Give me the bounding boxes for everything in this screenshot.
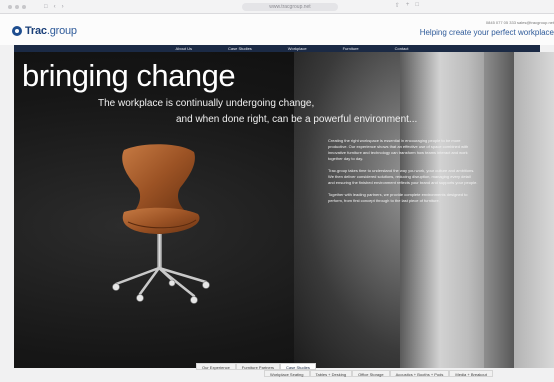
hero-subtitle-line-2: and when done right, can be a powerful e…	[176, 114, 418, 125]
hero-subtitle-line-1: The workplace is continually undergoing …	[98, 98, 315, 109]
hero-body-text: Creating the right workspace is essentia…	[328, 138, 478, 210]
minimize-window-button[interactable]	[15, 4, 19, 9]
forward-arrow-icon[interactable]: ›	[62, 4, 64, 10]
maximize-window-button[interactable]	[22, 4, 26, 9]
logo-mark-icon	[12, 26, 22, 36]
tabs-overview-icon[interactable]: □	[415, 2, 419, 9]
trac-group-logo[interactable]: Trac.group	[12, 25, 77, 37]
tab-acoustics-booths-pods[interactable]: Acoustics + Booths + Pods	[389, 370, 450, 377]
share-icon[interactable]: ⇧	[395, 2, 400, 9]
close-window-button[interactable]	[8, 4, 12, 9]
side-fabric-panel	[514, 52, 554, 368]
tabs-secondary: Workplace Seating Tables + Desking Offic…	[264, 370, 493, 377]
tab-tables-desking[interactable]: Tables + Desking	[309, 370, 353, 377]
hero-title: bringing change	[22, 58, 236, 93]
address-bar[interactable]: www.tracgroup.net	[242, 3, 338, 11]
main-navigation: About Us Case Studies Workplace Furnitur…	[14, 45, 540, 52]
nav-item-about[interactable]: About Us	[176, 46, 192, 51]
sidebar-icon[interactable]: □	[44, 4, 48, 10]
nav-item-furniture[interactable]: Furniture	[343, 46, 359, 51]
body-paragraph: Creating the right workspace is essentia…	[328, 138, 469, 161]
hero-banner: bringing change The workplace is continu…	[14, 52, 514, 368]
tab-case-studies[interactable]: Case Studies	[280, 363, 316, 370]
tab-office-storage[interactable]: Office Storage	[352, 370, 390, 377]
tabs-primary: Our Experience Furniture Partners Case S…	[196, 363, 316, 370]
new-tab-icon[interactable]: +	[406, 2, 410, 9]
tab-furniture-partners[interactable]: Furniture Partners	[235, 363, 281, 370]
site-header: Trac.group 0845 077 05 333 sales@tracgro…	[0, 14, 554, 45]
body-paragraph: Together with leading partners, we provi…	[328, 192, 468, 203]
tab-workplace-seating[interactable]: Workplace Seating	[264, 370, 310, 377]
contact-info: 0845 077 05 333 sales@tracgroup.net	[485, 20, 554, 25]
tab-our-experience[interactable]: Our Experience	[196, 363, 236, 370]
nav-item-workplace[interactable]: Workplace	[288, 46, 307, 51]
office-chair-image	[112, 144, 210, 304]
window-controls	[8, 4, 26, 9]
browser-toolbar: □ ‹ › www.tracgroup.net ⇧ + □	[0, 0, 554, 14]
browser-window: □ ‹ › www.tracgroup.net ⇧ + □ Trac.group…	[0, 0, 554, 382]
nav-item-contact[interactable]: Contact	[395, 46, 409, 51]
logo-text: Trac.group	[25, 25, 77, 37]
tab-media-breakout[interactable]: Media + Breakout	[449, 370, 493, 377]
header-tagline: Helping create your perfect workplace	[419, 28, 554, 37]
body-paragraph: Trac.group takes time to understand the …	[328, 168, 478, 185]
nav-item-case-studies[interactable]: Case Studies	[228, 46, 252, 51]
back-arrow-icon[interactable]: ‹	[54, 4, 56, 10]
